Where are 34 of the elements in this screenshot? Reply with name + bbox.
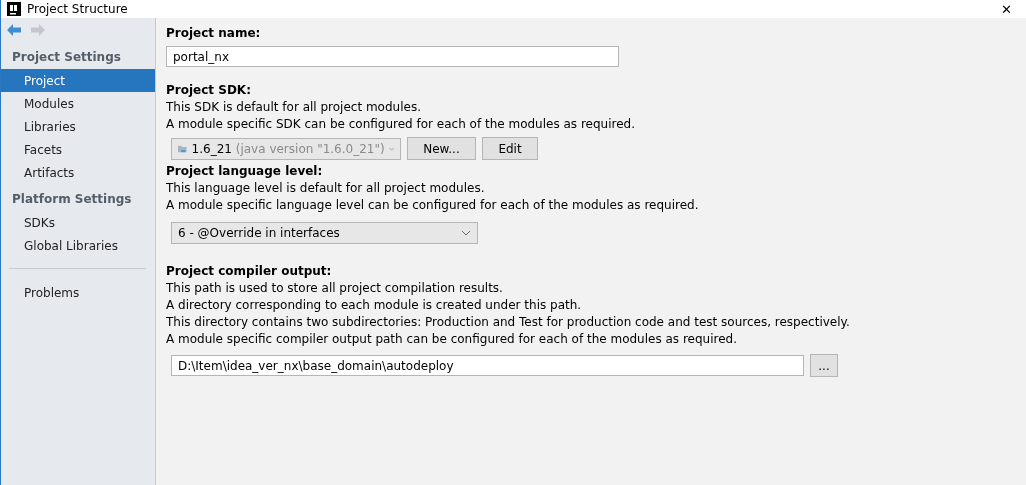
chevron-down-icon [461,230,471,236]
sidebar-group-title: Project Settings [11,49,122,66]
sidebar-item[interactable]: SDKs [1,211,155,234]
field-label: Project name: [166,25,262,42]
sidebar-item[interactable]: Problems [1,281,155,304]
description-text: A module specific compiler output path can be configured for each of the modules as required. [166,331,738,348]
section-title: Project language level: [166,163,324,180]
edit-button[interactable]: Edit [482,137,538,160]
sidebar-item[interactable]: Modules [1,92,155,115]
description-text: This directory contains two subdirectories: Production and Test for production code and test sources, respectively. [166,314,851,331]
sidebar-item[interactable]: Artifacts [1,161,155,184]
sidebar-group-title: Platform Settings [11,191,133,208]
new-button[interactable]: New... [407,137,476,160]
description-text: This language level is default for all project modules. [166,180,486,197]
description-text: This SDK is default for all project modules. [166,99,422,116]
description-text: A module specific language level can be configured for each of the modules as required. [166,197,700,214]
sidebar-item[interactable]: Project [1,69,155,92]
sidebar-item[interactable]: Libraries [1,115,155,138]
sidebar-item[interactable]: Facets [1,138,155,161]
section-title: Project compiler output: [166,263,333,280]
browse-button[interactable]: ... [810,354,838,377]
close-button[interactable]: ✕ [993,1,1020,17]
sidebar-item[interactable]: Global Libraries [1,234,155,257]
description-text: This path is used to store all project compilation results. [166,280,504,297]
back-arrow-icon[interactable] [7,24,21,36]
project-name-field[interactable]: portal_nx [166,46,619,67]
description-text: A module specific SDK can be configured for each of the modules as required. [166,116,636,133]
section-title: Project SDK: [166,82,252,99]
sdk-dropdown[interactable]: 1.6_21 (java version "1.6.0_21") [171,137,401,160]
window-title: Project Structure [27,2,129,16]
description-text: A directory corresponding to each module is created under this path. [166,297,583,314]
chevron-down-icon [388,145,394,152]
language-level-dropdown[interactable]: 6 - @Override in interfaces [171,222,478,244]
compiler-output-field[interactable]: D:\Item\idea_ver_nx\base_domain\autodeploy [171,355,804,376]
